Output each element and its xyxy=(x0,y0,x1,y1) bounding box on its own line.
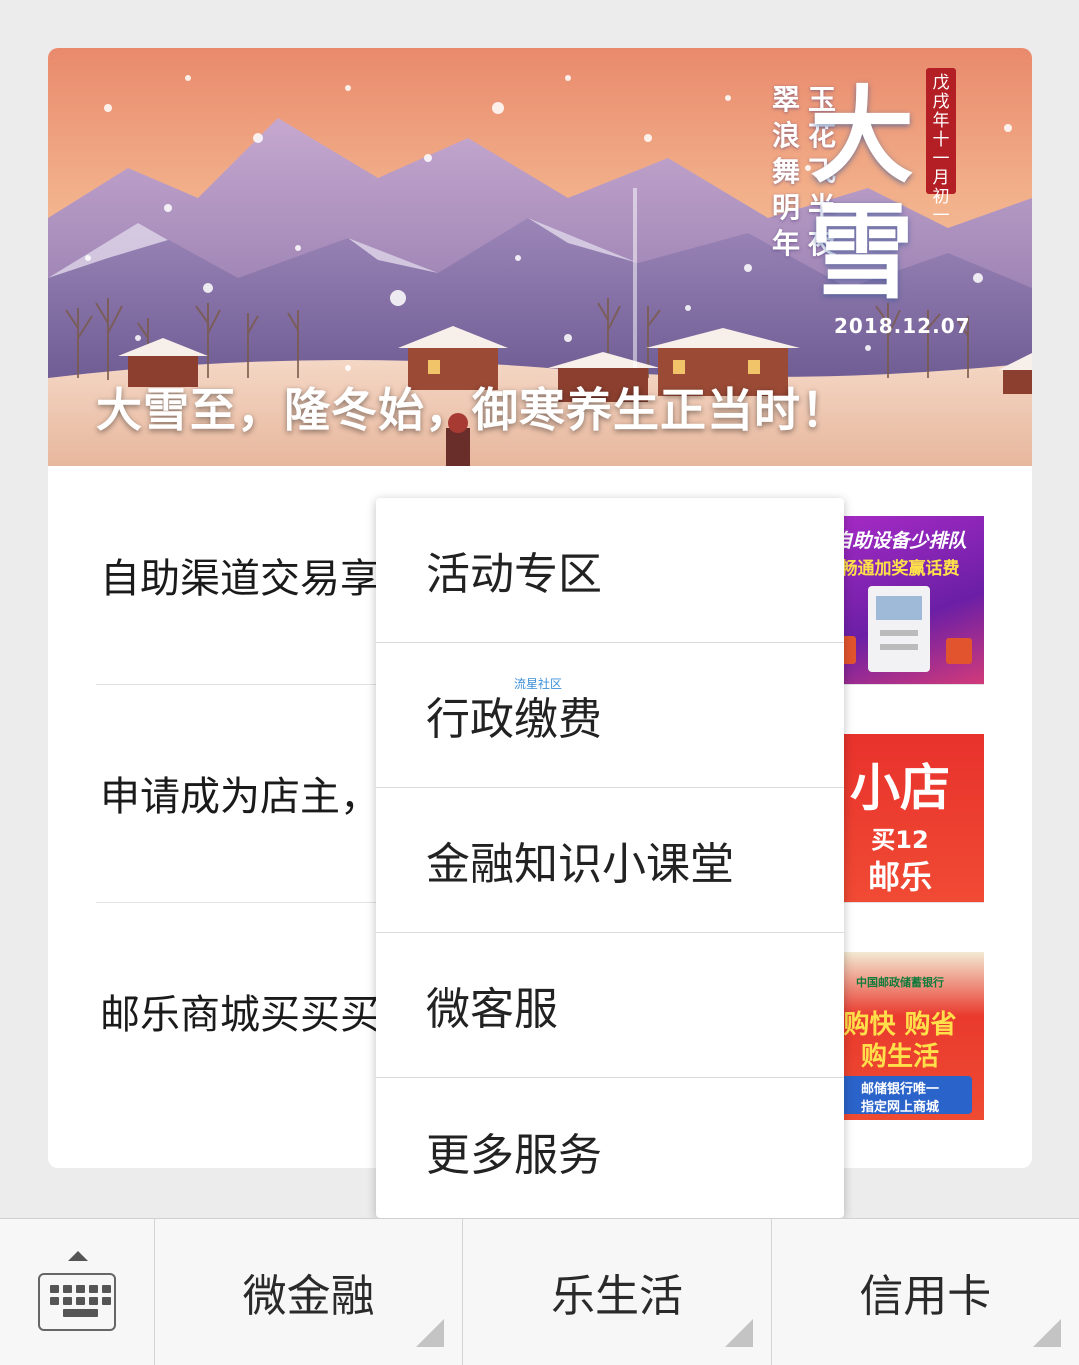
article-title: 自助渠道交易享 xyxy=(100,556,380,602)
banner-big-char-2: 雪 xyxy=(810,190,915,313)
poem-char: 年 xyxy=(772,227,801,260)
gift-icon xyxy=(946,638,972,664)
menu-tab-label: 乐生活 xyxy=(550,1271,683,1322)
banner[interactable]: 戊戌年十一月初一 翠 浪 舞 明 年 玉 花 飞 半 夜 大 雪 2018.12… xyxy=(48,48,1032,466)
article-title: 邮乐商城买买买 xyxy=(100,992,380,1038)
banner-title: 大雪至，隆冬始，御寒养生正当时！ xyxy=(96,383,848,437)
popup-menu: 活动专区 行政缴费 金融知识小课堂 微客服 更多服务 xyxy=(376,498,844,1218)
menu-tab-label: 微金融 xyxy=(242,1271,375,1322)
banner-seal: 戊戌年十一月初一 xyxy=(926,68,956,226)
watermark: 流星社区 xyxy=(514,677,563,691)
submenu-corner-icon xyxy=(1032,1319,1061,1347)
article-title: 申请成为店主， xyxy=(100,774,380,820)
popup-item-finance-class[interactable]: 金融知识小课堂 xyxy=(376,788,844,933)
menu-tab-credit-card[interactable]: 信用卡 xyxy=(772,1219,1079,1365)
poem-char: 翠 xyxy=(772,83,801,116)
popup-item-admin-payment[interactable]: 行政缴费 xyxy=(376,643,844,788)
banner-date: 2018.12.07 xyxy=(834,314,971,338)
poem-char: 明 xyxy=(772,191,801,224)
poem-char: 浪 xyxy=(772,119,801,152)
submenu-corner-icon xyxy=(416,1319,445,1347)
poem-char: 舞 xyxy=(772,155,801,188)
keyboard-toggle-button[interactable] xyxy=(0,1219,155,1365)
keyboard-icon xyxy=(38,1273,116,1331)
bottom-menu-bar: 微金融 乐生活 信用卡 xyxy=(0,1218,1079,1365)
menu-tab-label: 信用卡 xyxy=(859,1271,992,1322)
popup-item-activity-zone[interactable]: 活动专区 xyxy=(376,498,844,643)
menu-tab-happy-life[interactable]: 乐生活 xyxy=(463,1219,772,1365)
atm-illustration xyxy=(868,586,930,672)
menu-tab-micro-finance[interactable]: 微金融 xyxy=(155,1219,464,1365)
caret-up-icon xyxy=(68,1251,88,1261)
submenu-corner-icon xyxy=(724,1319,753,1347)
popup-item-customer-service[interactable]: 微客服 xyxy=(376,933,844,1078)
popup-item-more-services[interactable]: 更多服务 xyxy=(376,1078,844,1223)
poem-column-2: 翠 浪 舞 明 年 xyxy=(772,82,800,262)
banner-big-char-1: 大 xyxy=(810,74,915,197)
